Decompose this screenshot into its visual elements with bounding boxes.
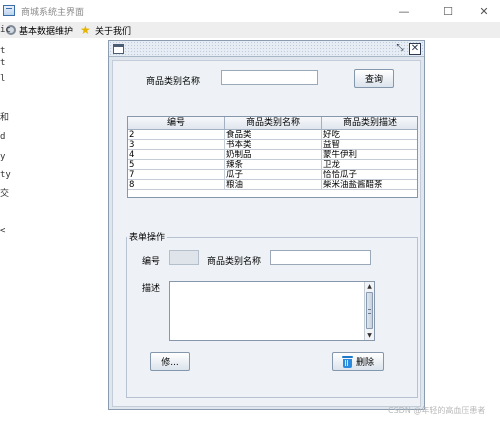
vertical-scrollbar[interactable]: ▲ ▼ bbox=[364, 282, 374, 340]
cell-id: 5 bbox=[128, 160, 225, 170]
category-table: 编号 商品类别名称 商品类别描述 2 食品类 好吃 3 书本类 益智 4 奶制品… bbox=[127, 116, 418, 198]
table-row[interactable]: 5 辣条 卫龙 bbox=[128, 160, 417, 170]
menu-basic-data-label: 基本数据维护 bbox=[19, 26, 74, 37]
main-window: 商城系统主界面 — ☐ ✕ 基本数据维护 ★ 关于我们 ic t t l 和 d… bbox=[0, 0, 500, 422]
close-button[interactable]: ✕ bbox=[468, 0, 500, 22]
table-body: 2 食品类 好吃 3 书本类 益智 4 奶制品 蒙牛伊利 5 辣条 卫龙 7 瓜… bbox=[128, 130, 417, 190]
cell-name: 粮油 bbox=[225, 180, 322, 190]
query-button[interactable]: 查询 bbox=[354, 69, 394, 88]
description-label: 描述 bbox=[142, 284, 161, 294]
clipped-text: y bbox=[0, 152, 6, 162]
minimize-button[interactable]: — bbox=[388, 0, 420, 22]
frame-close-button[interactable]: ✕ bbox=[409, 43, 421, 55]
table-row[interactable]: 3 书本类 益智 bbox=[128, 140, 417, 150]
cell-desc: 益智 bbox=[322, 140, 417, 150]
cell-name: 书本类 bbox=[225, 140, 322, 150]
table-row[interactable]: 8 粮油 柴米油盐酱醋茶 bbox=[128, 180, 417, 190]
scroll-thumb[interactable] bbox=[366, 292, 373, 329]
column-header-desc[interactable]: 商品类别描述 bbox=[322, 117, 417, 130]
id-label: 编号 bbox=[142, 257, 161, 267]
table-row[interactable]: 2 食品类 好吃 bbox=[128, 130, 417, 140]
delete-button[interactable]: 删除 bbox=[332, 352, 384, 371]
clipped-text: d bbox=[0, 132, 6, 142]
search-input[interactable] bbox=[221, 70, 318, 85]
scroll-down-arrow-icon[interactable]: ▼ bbox=[365, 331, 374, 340]
cell-desc: 恰恰瓜子 bbox=[322, 170, 417, 180]
internal-frame-title-bar[interactable]: ⤡ ✕ bbox=[109, 41, 424, 57]
watermark: CSDN @年轻的高血压患者 bbox=[388, 406, 486, 415]
clipped-text: < bbox=[0, 226, 6, 236]
cell-id: 8 bbox=[128, 180, 225, 190]
delete-button-label: 删除 bbox=[355, 358, 374, 368]
modify-button-label: 修... bbox=[161, 358, 179, 368]
cell-id: 7 bbox=[128, 170, 225, 180]
maximize-button[interactable]: ☐ bbox=[432, 0, 464, 22]
frame-content: 商品类别名称 查询 编号 商品类别名称 商品类别描述 2 食品类 好吃 3 书本… bbox=[112, 60, 421, 407]
scroll-up-arrow-icon[interactable]: ▲ bbox=[365, 282, 374, 291]
menu-basic-data[interactable]: 基本数据维护 bbox=[6, 23, 73, 37]
cell-name: 瓜子 bbox=[225, 170, 322, 180]
cell-desc: 好吃 bbox=[322, 130, 417, 140]
table-row[interactable]: 4 奶制品 蒙牛伊利 bbox=[128, 150, 417, 160]
star-icon: ★ bbox=[80, 23, 91, 37]
cell-name: 食品类 bbox=[225, 130, 322, 140]
clipped-text: 和 bbox=[0, 113, 10, 123]
app-window-icon bbox=[3, 5, 15, 16]
cell-desc: 柴米油盐酱醋茶 bbox=[322, 180, 417, 190]
cell-name: 辣条 bbox=[225, 160, 322, 170]
modify-button[interactable]: 修... bbox=[150, 352, 190, 371]
clipped-text: ic bbox=[0, 25, 11, 35]
query-button-label: 查询 bbox=[364, 75, 383, 85]
menu-bar: 基本数据维护 ★ 关于我们 bbox=[0, 22, 500, 38]
window-title: 商城系统主界面 bbox=[21, 8, 85, 18]
category-maintenance-frame: ⤡ ✕ 商品类别名称 查询 编号 商品类别名称 商品类别描述 2 食品类 好吃 … bbox=[108, 40, 425, 410]
search-label: 商品类别名称 bbox=[146, 77, 201, 87]
form-operation-group: 表单操作 编号 商品类别名称 描述 ▲ ▼ 修... 删除 bbox=[126, 230, 418, 398]
cell-name: 奶制品 bbox=[225, 150, 322, 160]
table-row[interactable]: 7 瓜子 恰恰瓜子 bbox=[128, 170, 417, 180]
clipped-text: ty bbox=[0, 170, 11, 180]
cell-id: 2 bbox=[128, 130, 225, 140]
menu-about-us[interactable]: ★ 关于我们 bbox=[80, 23, 131, 37]
name-label: 商品类别名称 bbox=[207, 257, 262, 267]
cell-desc: 蒙牛伊利 bbox=[322, 150, 417, 160]
column-header-name[interactable]: 商品类别名称 bbox=[225, 117, 322, 130]
cell-id: 4 bbox=[128, 150, 225, 160]
cell-desc: 卫龙 bbox=[322, 160, 417, 170]
clipped-text: t bbox=[0, 58, 6, 68]
name-field[interactable] bbox=[270, 250, 371, 265]
cell-id: 3 bbox=[128, 140, 225, 150]
clipped-text: 交 bbox=[0, 189, 10, 199]
clipped-text: l bbox=[0, 74, 6, 84]
trash-icon bbox=[341, 355, 353, 368]
column-header-id[interactable]: 编号 bbox=[128, 117, 225, 130]
menu-about-us-label: 关于我们 bbox=[95, 26, 132, 37]
description-textarea[interactable]: ▲ ▼ bbox=[169, 281, 375, 341]
id-field bbox=[169, 250, 199, 265]
frame-window-icon bbox=[113, 44, 124, 54]
form-group-title: 表单操作 bbox=[127, 230, 168, 243]
restore-icon[interactable]: ⤡ bbox=[394, 43, 406, 55]
clipped-text: t bbox=[0, 46, 6, 56]
title-bar: 商城系统主界面 — ☐ ✕ bbox=[0, 0, 500, 22]
table-header: 编号 商品类别名称 商品类别描述 bbox=[128, 117, 417, 130]
